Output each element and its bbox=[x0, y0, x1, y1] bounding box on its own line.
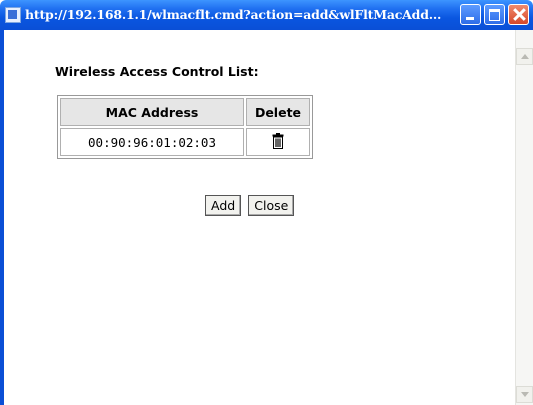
column-header-mac-address: MAC Address bbox=[60, 98, 244, 126]
popup-window: http://192.168.1.1/wlmacflt.cmd?action=a… bbox=[0, 0, 533, 405]
delete-cell bbox=[246, 128, 310, 156]
page-heading: Wireless Access Control List: bbox=[55, 64, 259, 79]
column-header-delete: Delete bbox=[246, 98, 310, 126]
close-button[interactable]: Close bbox=[248, 195, 295, 216]
ie-page-icon bbox=[5, 7, 21, 23]
add-button[interactable]: Add bbox=[205, 195, 242, 216]
mac-address-cell: 00:90:96:01:02:03 bbox=[60, 128, 244, 156]
minimize-button[interactable] bbox=[460, 4, 481, 25]
action-buttons: Add Close bbox=[205, 195, 296, 216]
table-row: 00:90:96:01:02:03 bbox=[60, 128, 310, 156]
maximize-button[interactable] bbox=[484, 4, 505, 25]
vertical-scrollbar[interactable] bbox=[515, 30, 533, 405]
mac-filter-table: MAC Address Delete 00:90:96:01:02:03 bbox=[57, 95, 313, 159]
page-content: Wireless Access Control List: MAC Addres… bbox=[4, 30, 515, 405]
window-title: http://192.168.1.1/wlmacflt.cmd?action=a… bbox=[25, 7, 442, 22]
trash-icon[interactable] bbox=[272, 132, 284, 152]
close-window-button[interactable] bbox=[508, 4, 529, 25]
title-bar[interactable]: http://192.168.1.1/wlmacflt.cmd?action=a… bbox=[0, 0, 533, 30]
scroll-up-arrow-icon[interactable] bbox=[516, 48, 533, 65]
scroll-down-arrow-icon[interactable] bbox=[516, 386, 533, 403]
